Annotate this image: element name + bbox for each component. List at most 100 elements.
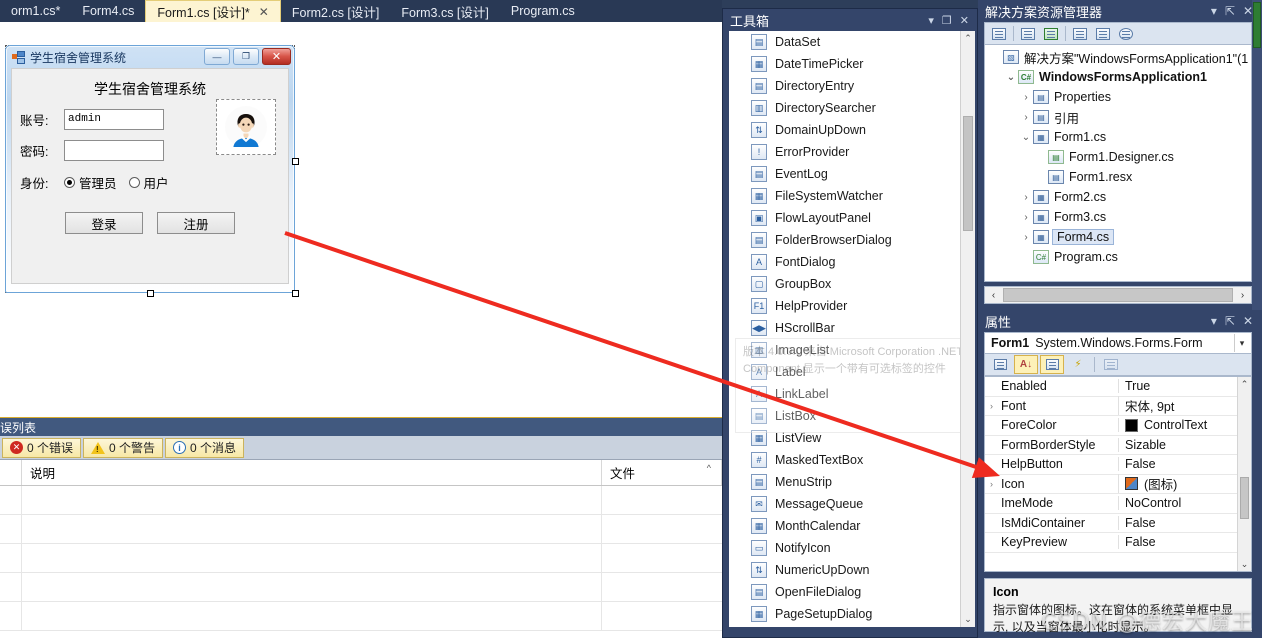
- chevron-down-icon[interactable]: ▾: [1234, 334, 1249, 352]
- property-value-cell[interactable]: True: [1118, 379, 1251, 394]
- winform-client-area[interactable]: 学生宿舍管理系统 账号: admin 密码: 身份: 管理员 用户 登录 注册: [11, 68, 289, 284]
- login-button[interactable]: 登录: [65, 212, 143, 234]
- tree-node[interactable]: ▤ Form1.Designer.cs: [985, 147, 1251, 167]
- expander-icon[interactable]: ›: [1019, 212, 1033, 223]
- refresh-icon[interactable]: [1040, 25, 1062, 43]
- avatar-picturebox[interactable]: [216, 99, 276, 155]
- solution-tree[interactable]: ▧ 解决方案"WindowsFormsApplication1"(1 个 ⌄ C# Wi…: [984, 44, 1252, 282]
- close-icon[interactable]: ✕: [1239, 314, 1257, 328]
- toolbox-item[interactable]: ▥ DirectorySearcher: [729, 97, 975, 119]
- toolbox-item[interactable]: ⇅ DomainUpDown: [729, 119, 975, 141]
- chevron-down-icon[interactable]: ▾: [1207, 4, 1221, 18]
- pin-icon[interactable]: ⇱: [1221, 314, 1239, 328]
- scrollbar-thumb[interactable]: [1003, 288, 1233, 302]
- scrollbar-thumb[interactable]: [963, 116, 973, 231]
- property-value-cell[interactable]: 宋体, 9pt: [1118, 396, 1251, 416]
- expander-icon[interactable]: ›: [985, 479, 998, 489]
- toolbox-item[interactable]: A Label: [729, 361, 975, 383]
- editor-tab-form1cs[interactable]: orm1.cs*: [0, 0, 71, 22]
- properties-scrollbar[interactable]: ⌃ ⌄: [1237, 377, 1251, 571]
- property-row[interactable]: › Font 宋体, 9pt: [985, 396, 1251, 416]
- scroll-up-icon[interactable]: ⌃: [961, 31, 975, 46]
- toolbox-item[interactable]: ▦ ListView: [729, 427, 975, 449]
- alphabetical-view-icon[interactable]: A↓: [1014, 355, 1038, 374]
- chevron-down-icon[interactable]: ▾: [924, 14, 938, 27]
- toolbox-item[interactable]: ▥ ImageList: [729, 339, 975, 361]
- scroll-down-icon[interactable]: ⌄: [1238, 557, 1251, 571]
- solution-explorer-hscrollbar[interactable]: ‹ ›: [984, 286, 1252, 304]
- properties-grid[interactable]: Enabled True › Font 宋体, 9pt ForeColor ControlT…: [984, 376, 1252, 572]
- register-button[interactable]: 注册: [157, 212, 235, 234]
- table-row[interactable]: [0, 486, 722, 515]
- property-row[interactable]: Enabled True: [985, 377, 1251, 397]
- property-value-cell[interactable]: False: [1118, 515, 1251, 530]
- radio-button-icon[interactable]: [128, 177, 140, 188]
- error-list-col-icon[interactable]: [0, 460, 22, 485]
- property-value-cell[interactable]: ControlText: [1118, 418, 1251, 433]
- warning-count-chip[interactable]: 0 个警告: [83, 437, 164, 458]
- toolbox-item[interactable]: ▢ GroupBox: [729, 273, 975, 295]
- scrollbar-thumb[interactable]: [1253, 2, 1261, 48]
- scroll-up-icon[interactable]: ⌃: [1238, 377, 1251, 391]
- expander-icon[interactable]: ›: [1019, 192, 1033, 203]
- expander-icon[interactable]: ›: [985, 401, 998, 411]
- toolbox-item[interactable]: A FontDialog: [729, 251, 975, 273]
- tree-node[interactable]: ▧ 解决方案"WindowsFormsApplication1"(1 个: [985, 47, 1251, 67]
- toolbox-item[interactable]: ▦ MonthCalendar: [729, 515, 975, 537]
- property-pages-icon[interactable]: [1099, 355, 1123, 374]
- toolbox-item[interactable]: ⇅ NumericUpDown: [729, 559, 975, 581]
- property-value-cell[interactable]: False: [1118, 535, 1251, 550]
- tree-node[interactable]: ▤ Form1.resx: [985, 167, 1251, 187]
- toolbox-item[interactable]: ! ErrorProvider: [729, 141, 975, 163]
- form-selection-frame[interactable]: 学生宿舍管理系统 — ❐ ✕ 学生宿舍管理系统 账号: admin 密码: 身份…: [5, 45, 299, 297]
- resize-handle-bottom-middle[interactable]: [147, 290, 154, 297]
- toolbox-item[interactable]: ▦ DateTimePicker: [729, 53, 975, 75]
- tree-node[interactable]: › ▦ Form4.cs: [985, 227, 1251, 247]
- property-row[interactable]: ForeColor ControlText: [985, 416, 1251, 436]
- expander-icon[interactable]: ⌄: [1019, 132, 1033, 143]
- table-row[interactable]: [0, 515, 722, 544]
- toolbox-item-list[interactable]: ▤ DataSet ▦ DateTimePicker ▤ DirectoryEntry ▥ D…: [729, 31, 975, 627]
- ide-right-scrollbar[interactable]: [1252, 0, 1262, 310]
- properties-window-icon[interactable]: [988, 25, 1010, 43]
- editor-tab-form1cs-design[interactable]: Form1.cs [设计]* ✕: [145, 0, 281, 22]
- scroll-left-icon[interactable]: ‹: [985, 290, 1002, 301]
- view-designer-icon[interactable]: [1092, 25, 1114, 43]
- error-list-col-description[interactable]: 说明: [22, 460, 602, 485]
- toolbox-item[interactable]: ▦ PageSetupDialog: [729, 603, 975, 625]
- view-code-icon[interactable]: [1069, 25, 1091, 43]
- toolbox-item[interactable]: ✉ MessageQueue: [729, 493, 975, 515]
- minimize-icon[interactable]: —: [204, 48, 230, 65]
- editor-tab-form3cs-design[interactable]: Form3.cs [设计]: [390, 0, 500, 22]
- categorized-view-icon[interactable]: [988, 355, 1012, 374]
- toolbox-item[interactable]: ▭ NotifyIcon: [729, 537, 975, 559]
- editor-tab-programcs[interactable]: Program.cs: [500, 0, 586, 22]
- tree-node[interactable]: › ▤ Properties: [985, 87, 1251, 107]
- tree-node[interactable]: › ▦ Form2.cs: [985, 187, 1251, 207]
- designed-winform[interactable]: 学生宿舍管理系统 — ❐ ✕ 学生宿舍管理系统 账号: admin 密码: 身份…: [5, 45, 295, 293]
- toolbox-item[interactable]: ▤ MenuStrip: [729, 471, 975, 493]
- table-row[interactable]: [0, 544, 722, 573]
- password-input[interactable]: [64, 140, 164, 161]
- toolbox-item[interactable]: ▤ FolderBrowserDialog: [729, 229, 975, 251]
- chevron-down-icon[interactable]: ▾: [1207, 314, 1221, 328]
- toolbox-item[interactable]: ▤ DirectoryEntry: [729, 75, 975, 97]
- properties-view-icon[interactable]: [1040, 355, 1064, 374]
- properties-object-selector[interactable]: Form1 System.Windows.Forms.Form ▾: [984, 332, 1252, 354]
- account-input[interactable]: admin: [64, 109, 164, 130]
- tree-node[interactable]: ⌄ ▦ Form1.cs: [985, 127, 1251, 147]
- property-row[interactable]: › Icon (图标): [985, 474, 1251, 494]
- toolbox-item[interactable]: ▣ FlowLayoutPanel: [729, 207, 975, 229]
- expander-icon[interactable]: ›: [1019, 112, 1033, 123]
- table-row[interactable]: [0, 602, 722, 631]
- events-view-icon[interactable]: ⚡: [1066, 355, 1090, 374]
- radio-user[interactable]: 用户: [128, 173, 169, 192]
- form-designer-surface[interactable]: 学生宿舍管理系统 — ❐ ✕ 学生宿舍管理系统 账号: admin 密码: 身份…: [0, 22, 722, 417]
- toolbox-item[interactable]: ▤ DataSet: [729, 31, 975, 53]
- resize-handle-bottom-right[interactable]: [292, 290, 299, 297]
- toolbox-item[interactable]: F1 HelpProvider: [729, 295, 975, 317]
- editor-tab-form2cs-design[interactable]: Form2.cs [设计]: [281, 0, 391, 22]
- property-value-cell[interactable]: False: [1118, 457, 1251, 472]
- property-value-cell[interactable]: Sizable: [1118, 437, 1251, 452]
- table-row[interactable]: [0, 573, 722, 602]
